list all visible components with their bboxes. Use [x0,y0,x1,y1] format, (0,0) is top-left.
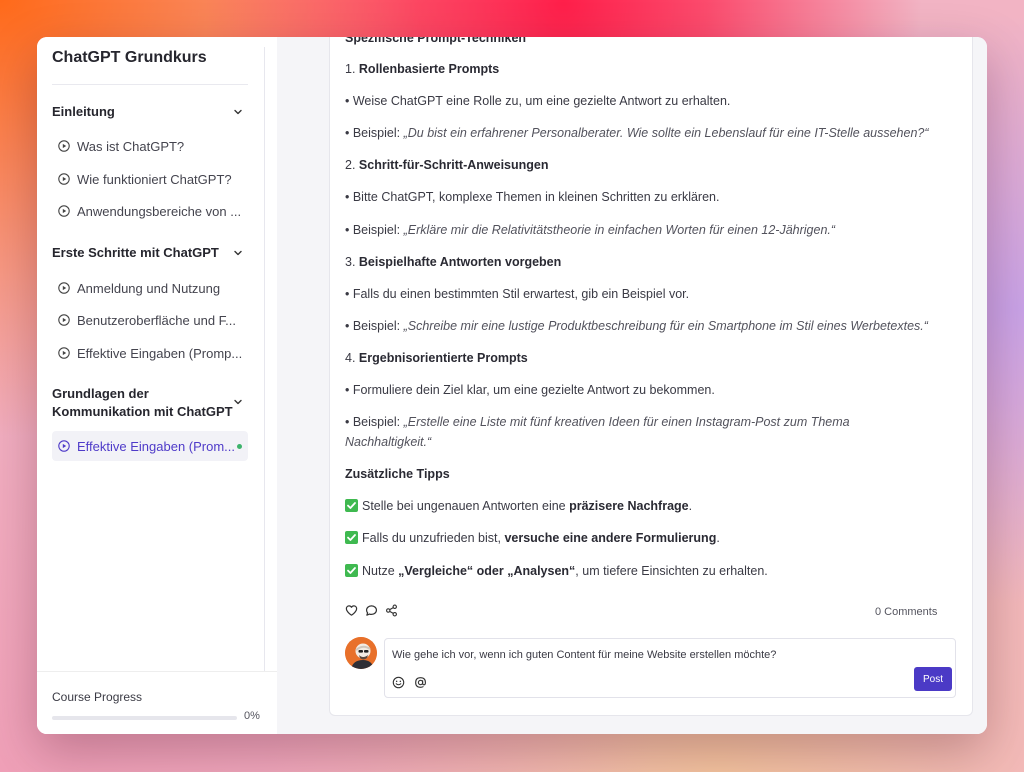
play-circle-icon [58,440,70,452]
section-erste-schritte[interactable]: Erste Schritte mit ChatGPT [52,244,248,262]
emoji-icon[interactable] [392,676,405,689]
play-circle-icon [58,314,70,326]
progress-label: Course Progress [52,690,143,704]
post-actions [345,604,398,617]
tip-item: Nutze „Vergleiche“ oder „Analysen“, um t… [345,564,768,578]
course-title: ChatGPT Grundkurs [52,49,207,66]
technique-example-continued: Nachhaltigkeit.“ [345,435,432,449]
technique-example: • Beispiel: „Schreibe mir eine lustige P… [345,319,928,333]
technique-example: • Beispiel: „Erstelle eine Liste mit fün… [345,415,850,429]
chevron-down-icon [234,399,242,405]
post-button[interactable]: Post [914,667,952,691]
heart-icon[interactable] [345,604,358,617]
progress-percent: 0% [244,710,260,722]
technique-example: • Beispiel: „Du bist ein erfahrener Pers… [345,126,929,140]
section-title-line1: Grundlagen der [52,386,149,401]
technique-heading-3: 3. Beispielhafte Antworten vorgeben [345,255,562,269]
comment-composer[interactable]: Wie gehe ich vor, wenn ich guten Content… [384,638,956,698]
technique-bullet: • Formuliere dein Ziel klar, um eine gez… [345,383,715,397]
section-title-line2: Kommunikation mit ChatGPT [52,404,233,419]
lesson-item[interactable]: Anmeldung und Nutzung [52,273,248,303]
app-window: ChatGPT Grundkurs Einleitung Was ist Cha… [37,37,987,734]
technique-bullet: • Weise ChatGPT eine Rolle zu, um eine g… [345,94,731,108]
share-icon[interactable] [385,604,398,617]
lesson-item[interactable]: Anwendungsbereiche von ... [52,196,248,226]
section-title: Erste Schritte mit ChatGPT [52,245,219,260]
title-divider [52,84,248,85]
tip-item: Falls du unzufrieden bist, versuche eine… [345,531,720,545]
chevron-down-icon [234,109,242,115]
play-circle-icon [58,140,70,152]
active-status-dot [237,444,242,449]
tip-item: Stelle bei ungenauen Antworten eine präz… [345,499,692,513]
section-heading-cut: Spezifische Prompt-Techniken [345,37,527,45]
sidebar-scroll-divider [264,47,265,671]
section-einleitung[interactable]: Einleitung [52,103,248,121]
course-sidebar: ChatGPT Grundkurs Einleitung Was ist Cha… [37,37,277,734]
check-mark-icon [345,531,358,544]
course-progress: Course Progress 0% [37,671,277,734]
check-mark-icon [345,499,358,512]
lesson-label: Effektive Eingaben (Prom... [77,438,236,454]
technique-heading-1: 1. Rollenbasierte Prompts [345,62,500,76]
avatar [345,637,377,669]
check-mark-icon [345,564,358,577]
technique-bullet: • Bitte ChatGPT, komplexe Themen in klei… [345,190,720,204]
chevron-down-icon [234,250,242,256]
comment-input[interactable]: Wie gehe ich vor, wenn ich guten Content… [392,649,776,661]
play-circle-icon [58,347,70,359]
lesson-item[interactable]: Effektive Eingaben (Promp... [52,338,248,368]
progress-bar [52,716,237,720]
play-circle-icon [58,173,70,185]
lesson-item-active[interactable]: Effektive Eingaben (Prom... [52,431,248,461]
lesson-label: Benutzeroberfläche und F... [77,312,236,328]
technique-heading-2: 2. Schritt-für-Schritt-Anweisungen [345,158,549,172]
lesson-item[interactable]: Wie funktioniert ChatGPT? [52,164,248,194]
comments-count[interactable]: 0 Comments [875,606,937,618]
technique-bullet: • Falls du einen bestimmten Stil erwarte… [345,287,690,301]
technique-example: • Beispiel: „Erkläre mir die Relativität… [345,223,836,237]
play-circle-icon [58,282,70,294]
technique-heading-4: 4. Ergebnisorientierte Prompts [345,351,528,365]
lesson-label: Effektive Eingaben (Promp... [77,345,243,361]
user-avatar-icon [345,637,377,669]
lesson-label: Wie funktioniert ChatGPT? [77,171,232,187]
mention-icon[interactable] [414,676,427,689]
lesson-label: Anwendungsbereiche von ... [77,203,242,219]
section-grundlagen-kommunikation[interactable]: Grundlagen der Kommunikation mit ChatGPT [52,385,248,421]
play-circle-icon [58,205,70,217]
lesson-item[interactable]: Was ist ChatGPT? [52,131,248,161]
lesson-label: Was ist ChatGPT? [77,138,185,154]
lesson-item[interactable]: Benutzeroberfläche und F... [52,305,248,335]
tips-heading: Zusätzliche Tipps [345,467,450,481]
section-title: Einleitung [52,104,115,119]
comment-icon[interactable] [365,604,378,617]
composer-tools [392,676,427,689]
lesson-label: Anmeldung und Nutzung [77,280,221,296]
